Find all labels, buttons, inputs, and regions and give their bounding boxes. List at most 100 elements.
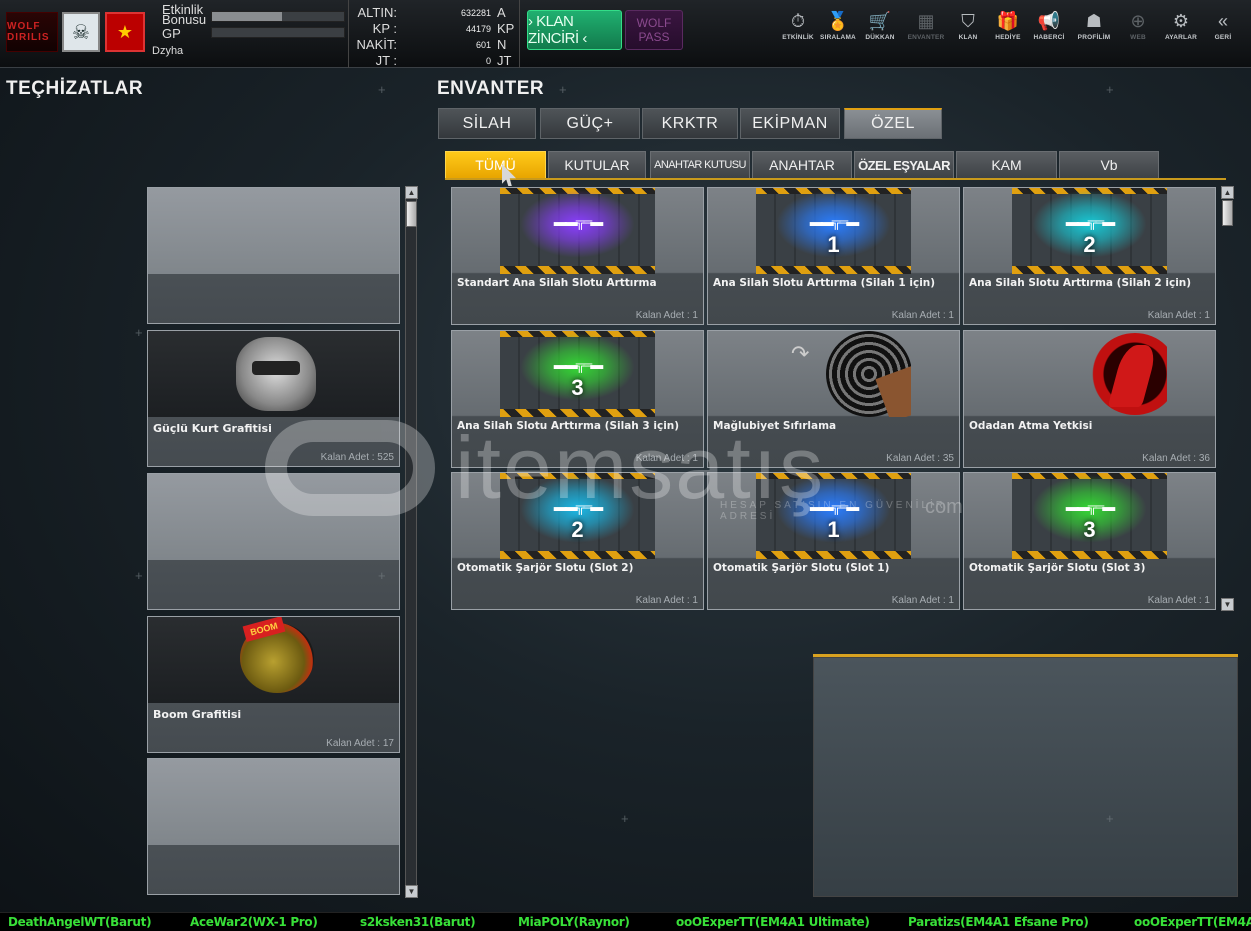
- nav-ayarlar[interactable]: ⚙ AYARLAR: [1157, 8, 1205, 58]
- decor-plus-icon: +: [135, 568, 143, 583]
- weapon-slot-image: ▬▬╦═▬ 3: [500, 331, 655, 417]
- scroll-thumb[interactable]: [406, 201, 417, 227]
- item-name: Ana Silah Slotu Arttırma (Silah 3 için): [457, 420, 680, 432]
- hazard-stripe: [500, 266, 655, 274]
- subtab-2[interactable]: ANAHTAR KUTUSU: [650, 151, 750, 179]
- equipment-count: Kalan Adet : 525: [320, 452, 394, 463]
- ticker-item: ooOExperTT(EM4A1: [1134, 915, 1251, 929]
- inventory-scrollbar[interactable]: ▲ ▼: [1221, 186, 1234, 611]
- weapon-slot-image: ▬▬╦═▬ 2: [1012, 188, 1167, 274]
- clan-emblem-icon[interactable]: ☠: [62, 12, 100, 52]
- weapon-art: ▬▬╦═▬ 2: [500, 473, 655, 559]
- scroll-up-icon[interactable]: ▲: [1221, 186, 1234, 199]
- weapon-slot-image: ▬▬╦═▬ 1: [756, 188, 911, 274]
- nav-label: GERİ: [1214, 34, 1232, 41]
- tab-özel[interactable]: ÖZEL: [844, 108, 942, 139]
- item-name: Otomatik Şarjör Slotu (Slot 1): [713, 562, 890, 574]
- empty-slot-image: [148, 759, 399, 845]
- subtab-divider: [445, 178, 1226, 180]
- scroll-down-icon[interactable]: ▼: [1221, 598, 1234, 611]
- gp-label: GP: [162, 26, 181, 41]
- equipment-scrollbar[interactable]: ▲ ▼: [405, 186, 418, 898]
- subtab-4[interactable]: ÖZEL EŞYALAR: [854, 151, 954, 179]
- nav-siralama[interactable]: 🏅 SIRALAMA: [814, 8, 862, 58]
- weapon-slot-image: ▬▬╦═▬: [500, 188, 655, 274]
- gear-icon: ⚙: [1172, 11, 1190, 31]
- hazard-stripe: [1012, 551, 1167, 559]
- scroll-thumb[interactable]: [1222, 200, 1233, 226]
- back-arrow-icon: «: [1217, 11, 1228, 31]
- hazard-stripe: [756, 551, 911, 559]
- decor-plus-icon: +: [1106, 82, 1114, 97]
- globe-icon: ⊕: [1130, 11, 1146, 31]
- currency-name: KP :: [372, 21, 397, 36]
- username: Dzyha: [152, 45, 184, 57]
- equipment-slot[interactable]: [147, 473, 400, 610]
- subtab-3[interactable]: ANAHTAR: [752, 151, 852, 179]
- decor-plus-icon: +: [378, 568, 386, 583]
- inventory-item[interactable]: ▬▬╦═▬ 3 Otomatik Şarjör Slotu (Slot 3) Kala…: [963, 472, 1216, 610]
- subtab-5[interactable]: KAM: [956, 151, 1057, 179]
- wolf-pass-button[interactable]: WOLF PASS: [625, 10, 683, 50]
- nav-geri̇[interactable]: « GERİ: [1199, 8, 1247, 58]
- inventory-item[interactable]: ▬▬╦═▬ 1 Otomatik Şarjör Slotu (Slot 1) Kala…: [707, 472, 960, 610]
- inventory-item[interactable]: ▬▬╦═▬ Standart Ana Silah Slotu Arttırma Ka…: [451, 187, 704, 325]
- nav-profi̇li̇m[interactable]: ☗ PROFİLİM: [1070, 8, 1118, 58]
- nav-dükkan[interactable]: 🛒 DÜKKAN: [856, 8, 904, 58]
- weapon-art: ▬▬╦═▬ 1: [756, 188, 911, 274]
- currency-row: ALTIN: 632281 A: [349, 5, 519, 21]
- nav-envanter[interactable]: ▦ ENVANTER: [902, 8, 950, 58]
- equipment-slot[interactable]: BOOM Boom Grafitisi Kalan Adet : 17: [147, 616, 400, 753]
- nav-web[interactable]: ⊕ WEB: [1114, 8, 1162, 58]
- bonus-label-line2: Bonusu: [162, 12, 207, 27]
- weapon-art: ▬▬╦═▬ 1: [756, 473, 911, 559]
- inventory-item[interactable]: ↷↶ Mağlubiyet Sıfırlama Kalan Adet : 35: [707, 330, 960, 468]
- scroll-down-icon[interactable]: ▼: [405, 885, 418, 898]
- equipment-slot[interactable]: Güçlü Kurt Grafitisi Kalan Adet : 525: [147, 330, 400, 467]
- nav-label: AYARLAR: [1165, 34, 1197, 41]
- weapon-art: ▬▬╦═▬ 2: [1012, 188, 1167, 274]
- equipment-title: TEÇHİZATLAR: [6, 78, 144, 99]
- equipment-slot[interactable]: [147, 758, 400, 895]
- klan-zinciri-button[interactable]: › KLAN ZİNCİRİ ‹: [527, 10, 622, 50]
- slot-number: 3: [571, 375, 584, 400]
- rank-emblem-icon[interactable]: ★: [105, 12, 145, 52]
- hazard-stripe: [500, 409, 655, 417]
- empty-slot-image: [148, 474, 399, 560]
- nav-haberci̇[interactable]: 📢 HABERCİ: [1025, 8, 1073, 58]
- equipment-slot[interactable]: [147, 187, 400, 324]
- decor-plus-icon: +: [559, 82, 567, 97]
- nav-label: SIRALAMA: [820, 34, 856, 41]
- decor-plus-icon: +: [378, 82, 386, 97]
- subtab-1[interactable]: KUTULAR: [548, 151, 646, 179]
- currency-row: JT : 0 JT: [349, 53, 519, 69]
- item-name: Ana Silah Slotu Arttırma (Silah 2 için): [969, 277, 1192, 289]
- subtab-6[interactable]: Vb: [1059, 151, 1159, 179]
- inventory-item[interactable]: ▬▬╦═▬ 2 Otomatik Şarjör Slotu (Slot 2) Kala…: [451, 472, 704, 610]
- slot-number: 2: [1083, 232, 1096, 257]
- tab-eki̇pman[interactable]: EKİPMAN: [740, 108, 840, 139]
- currency-unit: A: [497, 5, 506, 20]
- inventory-item[interactable]: ▬▬╦═▬ 1 Ana Silah Slotu Arttırma (Silah 1 …: [707, 187, 960, 325]
- scroll-up-icon[interactable]: ▲: [405, 186, 418, 199]
- game-lobby-screen: WOLF DIRILIS ☠ ★ Etkinlik Bonusu GP Dzyh…: [0, 0, 1251, 931]
- inventory-item[interactable]: ▬▬╦═▬ 3 Ana Silah Slotu Arttırma (Silah 3 …: [451, 330, 704, 468]
- tab-güç+[interactable]: GÜÇ+: [540, 108, 640, 139]
- item-count: Kalan Adet : 1: [891, 595, 954, 606]
- item-name: Odadan Atma Yetkisi: [969, 420, 1093, 432]
- inventory-item[interactable]: ▬▬╦═▬ 2 Ana Silah Slotu Arttırma (Silah 2 …: [963, 187, 1216, 325]
- tab-krktr[interactable]: KRKTR: [642, 108, 738, 139]
- hazard-stripe: [500, 551, 655, 559]
- weapon-art: ▬▬╦═▬: [500, 188, 655, 274]
- subtab-0[interactable]: TÜMÜ: [445, 151, 546, 179]
- weapon-art: ▬▬╦═▬ 3: [500, 331, 655, 417]
- game-logo: WOLF DIRILIS: [6, 12, 58, 52]
- item-count: Kalan Adet : 36: [1142, 453, 1210, 464]
- ticker-item: DeathAngelWT(Barut): [8, 915, 152, 929]
- decor-plus-icon: +: [1106, 811, 1114, 826]
- item-count: Kalan Adet : 1: [891, 310, 954, 321]
- inventory-item[interactable]: Odadan Atma Yetkisi Kalan Adet : 36: [963, 330, 1216, 468]
- weapon-slot-image: ▬▬╦═▬ 2: [500, 473, 655, 559]
- tab-si̇lah[interactable]: SİLAH: [438, 108, 536, 139]
- currency-row: NAKİT: 601 N: [349, 37, 519, 53]
